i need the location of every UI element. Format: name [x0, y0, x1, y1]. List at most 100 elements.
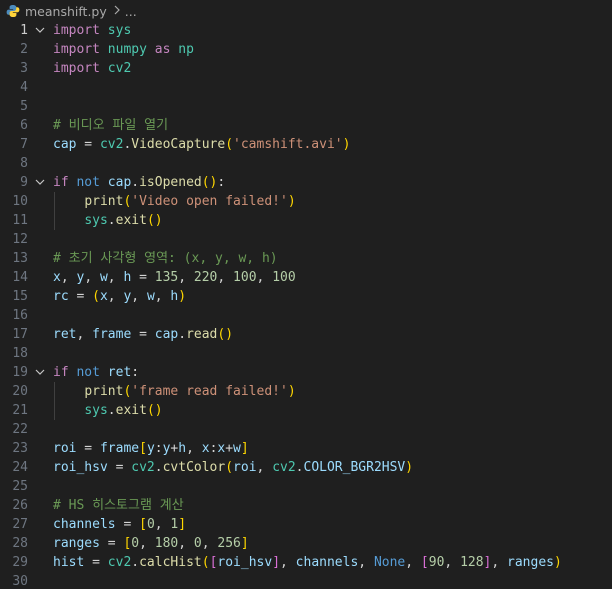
- code-token: ,: [280, 555, 296, 570]
- code-text[interactable]: hist = cv2.calcHist([roi_hsv], channels,…: [53, 553, 562, 572]
- code-text[interactable]: if not ret:: [53, 363, 139, 382]
- code-line[interactable]: 9 if not cap.isOpened():: [0, 173, 612, 192]
- code-line[interactable]: 25: [0, 477, 612, 496]
- code-line[interactable]: 7 cap = cv2.VideoCapture('camshift.avi'): [0, 135, 612, 154]
- code-token: ]: [178, 517, 187, 532]
- code-token: [: [420, 555, 429, 570]
- code-text[interactable]: ranges = [0, 180, 0, 256]: [53, 534, 249, 553]
- code-text[interactable]: print('frame read failed!'): [53, 382, 295, 401]
- code-line[interactable]: 11 sys.exit(): [0, 211, 612, 230]
- code-line[interactable]: 16: [0, 306, 612, 325]
- code-token: .: [178, 327, 187, 342]
- code-token: np: [178, 42, 194, 57]
- code-text[interactable]: # HS 히스토그램 계산: [53, 496, 184, 515]
- code-text[interactable]: print('Video open failed!'): [53, 192, 295, 211]
- code-token: ,: [201, 536, 218, 551]
- code-token: [: [139, 441, 147, 456]
- code-line[interactable]: 20 print('frame read failed!'): [0, 382, 612, 401]
- code-token: 0: [193, 536, 202, 551]
- code-token: w: [99, 270, 108, 285]
- line-number: 18: [12, 346, 28, 361]
- code-token: ranges: [507, 555, 554, 570]
- code-token: cv2: [107, 555, 132, 570]
- code-token: .: [295, 460, 304, 475]
- code-line[interactable]: 22: [0, 420, 612, 439]
- code-token: numpy: [107, 42, 147, 57]
- code-token: sys: [84, 213, 108, 228]
- code-token: 100: [233, 270, 257, 285]
- code-line[interactable]: 14 x, y, w, h = 135, 220, 100, 100: [0, 268, 612, 287]
- code-line[interactable]: 17 ret, frame = cap.read(): [0, 325, 612, 344]
- code-lines[interactable]: 1 import sys 2 import numpy as np 3 import cv…: [0, 21, 612, 589]
- code-token: ,: [131, 289, 147, 304]
- code-token: cv2: [107, 61, 132, 76]
- code-token: +: [225, 441, 234, 456]
- code-token: ,: [256, 270, 273, 285]
- line-number: 23: [12, 441, 28, 456]
- code-token: exit: [115, 403, 147, 418]
- code-token: x: [99, 289, 108, 304]
- code-text[interactable]: cap = cv2.VideoCapture('camshift.avi'): [53, 135, 350, 154]
- code-line[interactable]: 21 sys.exit(): [0, 401, 612, 420]
- code-line[interactable]: 3 import cv2: [0, 59, 612, 78]
- code-line[interactable]: 8: [0, 154, 612, 173]
- code-line[interactable]: 13 # 초기 사각형 영역: (x, y, w, h): [0, 249, 612, 268]
- code-text[interactable]: import cv2: [53, 59, 131, 78]
- code-line[interactable]: 1 import sys: [0, 21, 612, 40]
- code-line[interactable]: 12: [0, 230, 612, 249]
- code-line[interactable]: 30: [0, 572, 612, 589]
- code-token: ,: [178, 536, 194, 551]
- code-token: ,: [107, 270, 124, 285]
- code-line[interactable]: 28 ranges = [0, 180, 0, 256]: [0, 534, 612, 553]
- code-token: if: [53, 175, 69, 190]
- code-token: cv2: [99, 137, 124, 152]
- breadcrumb-file[interactable]: meanshift.py: [25, 4, 107, 19]
- code-text[interactable]: sys.exit(): [53, 401, 162, 420]
- code-text[interactable]: x, y, w, h = 135, 220, 100, 100: [53, 268, 296, 287]
- code-token: None: [373, 555, 406, 570]
- code-token: as: [154, 42, 171, 57]
- line-number: 29: [12, 555, 28, 570]
- code-line[interactable]: 19 if not ret:: [0, 363, 612, 382]
- code-text[interactable]: channels = [0, 1]: [53, 515, 186, 534]
- code-token: 256: [217, 536, 241, 551]
- breadcrumb-more[interactable]: ...: [125, 4, 137, 19]
- code-text[interactable]: roi_hsv = cv2.cvtColor(roi, cv2.COLOR_BG…: [53, 458, 413, 477]
- code-text[interactable]: import numpy as np: [53, 40, 194, 59]
- code-token: ,: [444, 555, 461, 570]
- code-line[interactable]: 5: [0, 97, 612, 116]
- code-token: .: [131, 555, 140, 570]
- code-text[interactable]: sys.exit(): [53, 211, 162, 230]
- code-editor[interactable]: meanshift.py ... 1 import sys 2 import nump…: [0, 0, 612, 589]
- code-line[interactable]: 27 channels = [0, 1]: [0, 515, 612, 534]
- code-text[interactable]: import sys: [53, 21, 131, 40]
- code-token: import: [53, 42, 100, 57]
- code-token: # 초기 사각형 영역: (x, y, w, h): [53, 251, 278, 266]
- code-text[interactable]: # 초기 사각형 영역: (x, y, w, h): [53, 249, 278, 268]
- code-line[interactable]: 6 # 비디오 파일 열기: [0, 116, 612, 135]
- code-line[interactable]: 23 roi = frame[y:y+h, x:x+w]: [0, 439, 612, 458]
- code-text[interactable]: if not cap.isOpened():: [53, 173, 225, 192]
- line-number: 5: [20, 99, 28, 114]
- code-line[interactable]: 18: [0, 344, 612, 363]
- code-line[interactable]: 4: [0, 78, 612, 97]
- line-number: 19: [12, 365, 28, 380]
- code-line[interactable]: 26 # HS 히스토그램 계산: [0, 496, 612, 515]
- code-text[interactable]: roi = frame[y:y+h, x:x+w]: [53, 439, 249, 458]
- code-token: h: [178, 441, 187, 456]
- code-token: if: [53, 365, 69, 380]
- code-line[interactable]: 24 roi_hsv = cv2.cvtColor(roi, cv2.COLOR_…: [0, 458, 612, 477]
- code-line[interactable]: 10 print('Video open failed!'): [0, 192, 612, 211]
- code-token: rc: [53, 289, 69, 304]
- code-line[interactable]: 29 hist = cv2.calcHist([roi_hsv], channel…: [0, 553, 612, 572]
- line-number: 14: [12, 270, 28, 285]
- code-line[interactable]: 2 import numpy as np: [0, 40, 612, 59]
- code-text[interactable]: rc = (x, y, w, h): [53, 287, 186, 306]
- code-text[interactable]: ret, frame = cap.read(): [53, 325, 233, 344]
- code-token: roi_hsv: [217, 555, 273, 570]
- code-token: .: [107, 403, 116, 418]
- code-line[interactable]: 15 rc = (x, y, w, h): [0, 287, 612, 306]
- code-token: frame: [99, 441, 140, 456]
- code-token: COLOR_BGR2HSV: [303, 460, 406, 475]
- code-text[interactable]: # 비디오 파일 열기: [53, 116, 168, 135]
